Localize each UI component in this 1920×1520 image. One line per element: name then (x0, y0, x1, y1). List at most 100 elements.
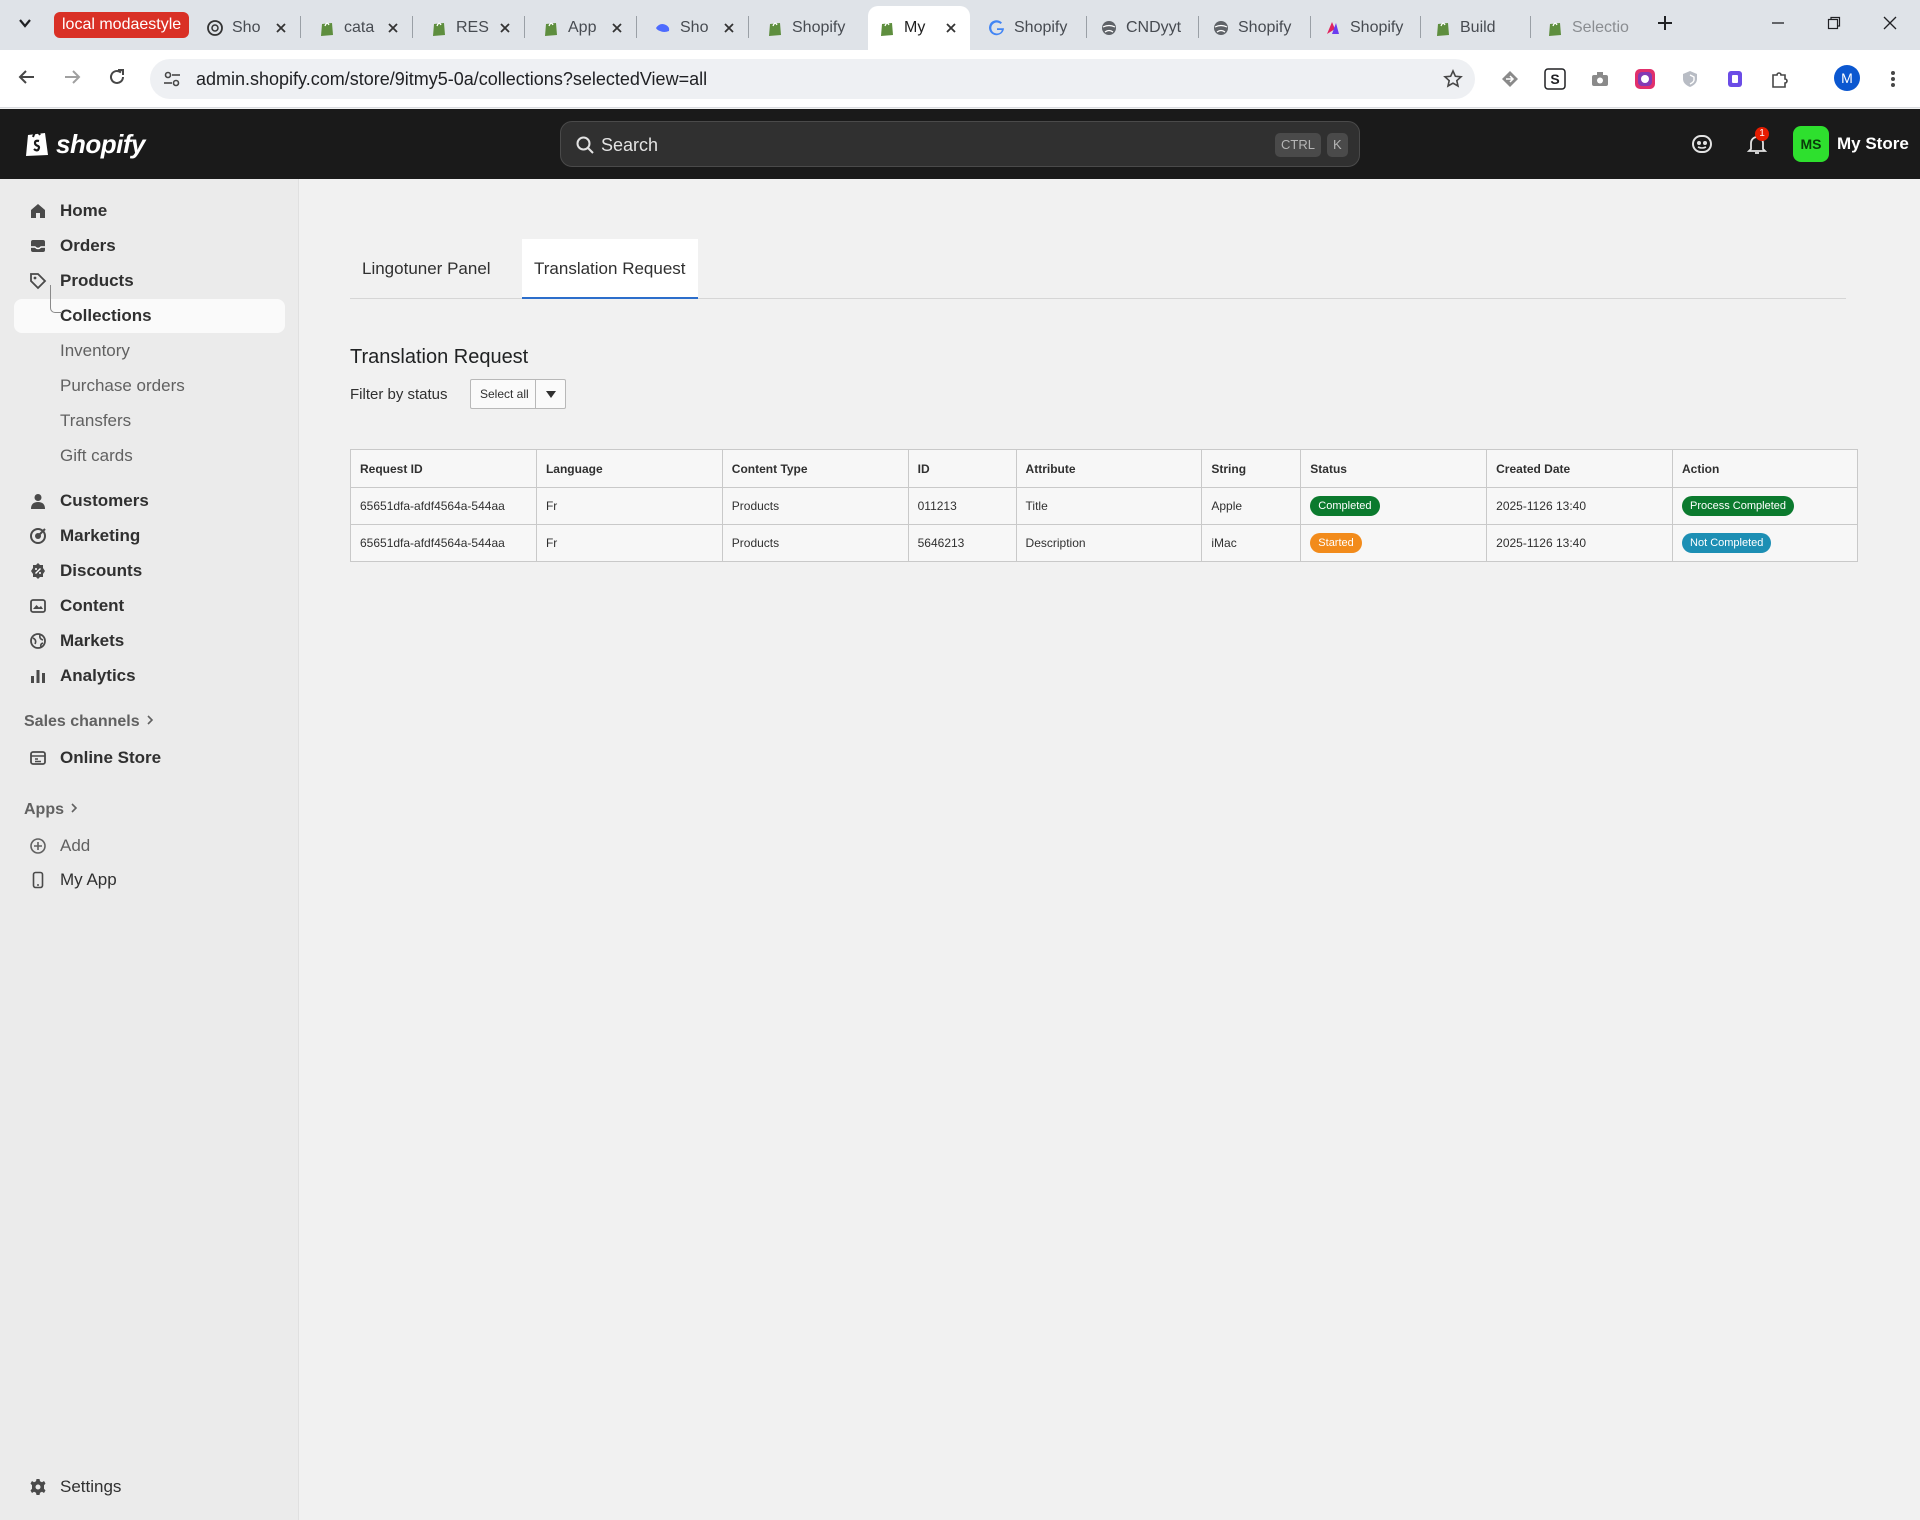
site-settings-icon[interactable] (162, 69, 182, 94)
sidebar-item-label: Transfers (60, 411, 132, 430)
browser-tab[interactable]: Sho (196, 6, 300, 50)
close-tab-icon[interactable] (608, 19, 626, 37)
sidebar-item-markets[interactable]: Markets (14, 624, 285, 658)
browser-tab-active[interactable]: My (868, 6, 970, 50)
globe-icon (1212, 19, 1230, 37)
id-cell: 5646213 (907, 524, 1017, 562)
status-filter-select[interactable]: Select all (470, 379, 566, 409)
sidebar-item-settings[interactable]: Settings (14, 1470, 285, 1504)
tab-divider (412, 16, 413, 38)
close-tab-icon[interactable] (496, 19, 514, 37)
tab-divider (1310, 16, 1311, 38)
extension-arrow-icon[interactable] (1495, 64, 1525, 94)
sidekick-icon[interactable] (1688, 130, 1716, 158)
browser-tab[interactable]: Sho (644, 6, 748, 50)
admin-topbar: shopify Search CTRL K 1 MS My Store (0, 109, 1920, 179)
browser-tab[interactable]: cata (308, 6, 412, 50)
tab-divider (748, 16, 749, 38)
filter-status-label: Filter by status (350, 386, 448, 403)
sidebar-item-orders[interactable]: Orders (14, 229, 285, 263)
person-icon (28, 491, 48, 511)
sidebar-item-transfers[interactable]: Transfers (14, 404, 285, 438)
close-tab-icon[interactable] (720, 19, 738, 37)
restore-button[interactable] (1806, 0, 1862, 50)
more-vert-icon[interactable] (1878, 64, 1908, 94)
address-bar[interactable]: admin.shopify.com/store/9itmy5-0a/collec… (150, 59, 1475, 99)
close-window-button[interactable] (1862, 0, 1918, 50)
svg-text:S: S (1550, 71, 1559, 87)
browser-tab[interactable]: Shopify (756, 6, 860, 50)
extensions-puzzle-icon[interactable] (1765, 64, 1795, 94)
browser-tab[interactable]: CNDyyt (1090, 6, 1194, 50)
profile-avatar[interactable]: M (1834, 65, 1860, 91)
close-tab-icon[interactable] (272, 19, 290, 37)
action-badge-button[interactable]: Process Completed (1682, 496, 1795, 516)
tab-lingotuner-panel[interactable]: Lingotuner Panel (350, 239, 503, 299)
sidebar-item-discounts[interactable]: Discounts (14, 554, 285, 588)
store-name: My Store (1837, 134, 1909, 153)
sidebar-item-marketing[interactable]: Marketing (14, 519, 285, 553)
sidebar-item-home[interactable]: Home (14, 194, 285, 228)
mobile-device-icon (28, 870, 48, 890)
browser-tab[interactable]: Shopify (1314, 6, 1418, 50)
back-button[interactable] (10, 62, 44, 96)
created-date-cell: 2025-1126 13:40 (1486, 487, 1674, 525)
camera-icon[interactable] (1585, 64, 1615, 94)
tree-connector (50, 285, 62, 313)
close-tab-icon[interactable] (384, 19, 402, 37)
section-title: Sales channels (24, 713, 140, 730)
sidebar-item-label: Markets (60, 631, 125, 650)
sidebar-item-online-store[interactable]: Online Store (14, 741, 285, 775)
browser-tab[interactable]: Build (1424, 6, 1528, 50)
sidebar-item-label: Content (60, 596, 125, 615)
browser-tab[interactable]: App (532, 6, 636, 50)
browser-tab[interactable]: Shopify (978, 6, 1082, 50)
tab-divider (636, 16, 637, 38)
tab-group-label[interactable]: local modaestyle (54, 12, 190, 38)
tab-divider (1530, 16, 1531, 38)
store-menu-button[interactable]: MS My Store (1793, 126, 1909, 162)
extension-s-icon[interactable]: S (1540, 64, 1570, 94)
sidebar-item-analytics[interactable]: Analytics (14, 659, 285, 693)
sidebar-item-customers[interactable]: Customers (14, 484, 285, 518)
notification-count-badge: 1 (1755, 127, 1769, 141)
extension-color-icon[interactable] (1630, 64, 1660, 94)
browser-tab-title: My (904, 19, 926, 36)
sidebar-item-my-app[interactable]: My App (14, 863, 285, 897)
sidebar-item-collections[interactable]: Collections (14, 285, 285, 333)
status-cell: Started (1300, 524, 1488, 562)
forward-button[interactable] (55, 62, 89, 96)
attribute-cell: Description (1015, 524, 1203, 562)
tab-translation-request[interactable]: Translation Request (522, 239, 698, 299)
sidebar-item-label: Collections (60, 306, 152, 325)
browser-tab[interactable]: Selectio (1536, 6, 1640, 50)
url-text: admin.shopify.com/store/9itmy5-0a/collec… (196, 69, 708, 89)
browser-tab[interactable]: Shopify (1202, 6, 1306, 50)
admin-search-bar[interactable]: Search CTRL K (560, 121, 1360, 167)
sidebar-item-content[interactable]: Content (14, 589, 285, 623)
sidebar-item-inventory[interactable]: Inventory (14, 334, 285, 368)
action-badge-button[interactable]: Not Completed (1682, 533, 1772, 553)
extension-purple-icon[interactable] (1720, 64, 1750, 94)
shield-icon[interactable] (1675, 64, 1705, 94)
shopify-logo[interactable]: shopify (24, 127, 145, 162)
apps-header[interactable]: Apps (24, 801, 78, 819)
browser-tab[interactable]: RES (420, 6, 524, 50)
sidebar-item-label: Gift cards (60, 446, 133, 465)
tag-icon (28, 271, 48, 291)
tab-search-button[interactable] (8, 10, 42, 40)
shortcut-ctrl-key: CTRL (1275, 133, 1321, 157)
sales-channels-header[interactable]: Sales channels (24, 713, 154, 731)
reload-button[interactable] (100, 62, 134, 96)
new-tab-button[interactable] (1652, 12, 1678, 38)
sidebar-item-purchase-orders[interactable]: Purchase orders (14, 369, 285, 403)
sidebar-item-label: Purchase orders (60, 376, 185, 395)
shopify-bag-icon (318, 19, 336, 37)
sidebar-item-gift-cards[interactable]: Gift cards (14, 439, 285, 473)
minimize-button[interactable] (1750, 0, 1806, 50)
close-tab-icon[interactable] (942, 19, 960, 37)
content-type-cell: Products (721, 487, 909, 525)
sidebar-item-add-app[interactable]: Add (14, 829, 285, 863)
store-icon (28, 748, 48, 768)
bookmark-star-icon[interactable] (1443, 69, 1463, 94)
